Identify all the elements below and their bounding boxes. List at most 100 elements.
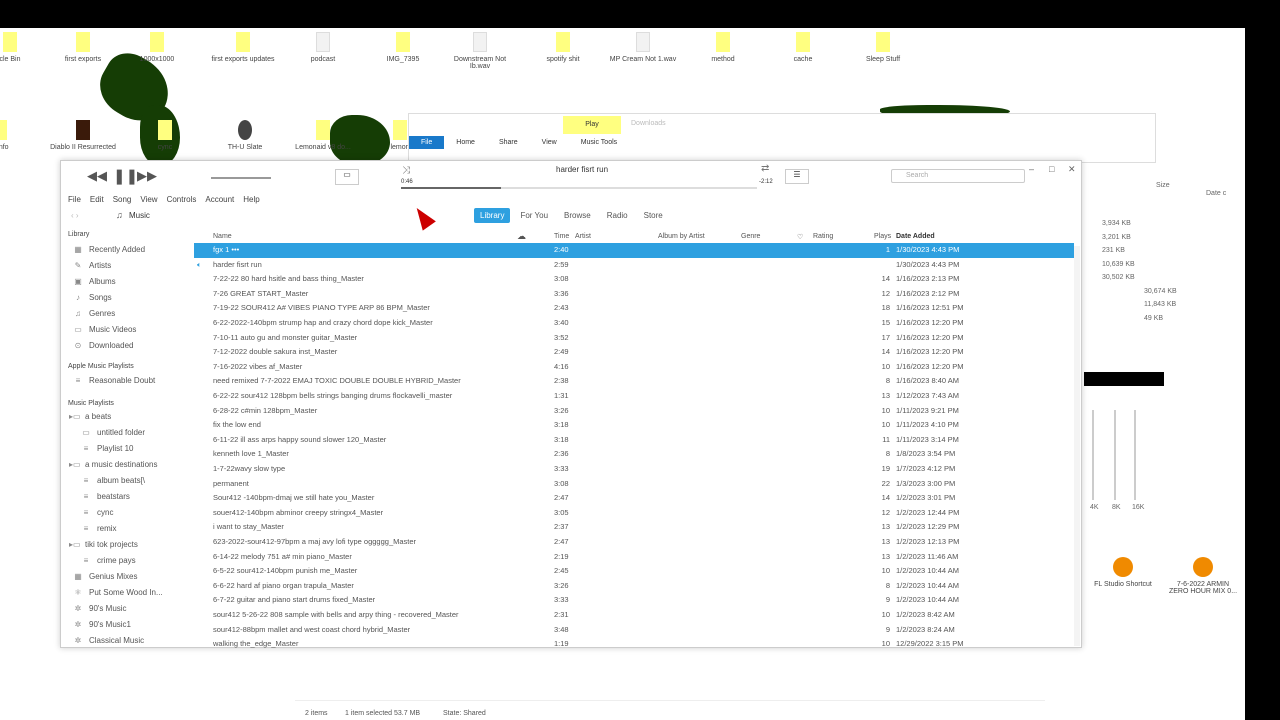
explorer-tab-share[interactable]: Share: [487, 136, 530, 149]
menu-help[interactable]: Help: [243, 195, 259, 204]
desktop-icon[interactable]: Diablo II Resurrected: [48, 120, 118, 151]
sidebar-item[interactable]: ▦ Genius Mixes: [73, 572, 137, 581]
song-row[interactable]: 7-26 GREAT START_Master 3:36 12 1/16/2023 2…: [194, 287, 1074, 302]
desktop-icon[interactable]: first exports updates: [208, 32, 278, 63]
sidebar-item[interactable]: ⊙ Downloaded: [73, 341, 134, 350]
sidebar-item[interactable]: ≡ album beats[\: [81, 476, 145, 485]
col-rating[interactable]: Rating: [813, 233, 833, 240]
desktop-icon[interactable]: FL Studio Shortcut: [1088, 557, 1158, 588]
col-album[interactable]: Album by Artist: [658, 233, 705, 240]
sidebar-item[interactable]: ≡ cync: [81, 508, 114, 517]
song-row[interactable]: kenneth love 1_Master 2:36 8 1/8/2023 3:54 …: [194, 447, 1074, 462]
sidebar-item[interactable]: ▸▭ a music destinations: [69, 460, 157, 469]
song-row[interactable]: fix the low end 3:18 10 1/11/2023 4:10 PM: [194, 418, 1074, 433]
tab-store[interactable]: Store: [638, 208, 669, 223]
pause-button[interactable]: ❚❚: [113, 167, 138, 185]
close-button[interactable]: ✕: [1068, 164, 1076, 175]
desktop-icon[interactable]: 1000x1000: [122, 32, 192, 63]
song-row[interactable]: 6-22-2022-140bpm strump hap and crazy ch…: [194, 316, 1074, 331]
sidebar-item[interactable]: ≡ Reasonable Doubt: [73, 376, 156, 385]
sidebar-item[interactable]: ✲ 90's Music: [73, 604, 127, 613]
shuffle-icon[interactable]: ⤨: [402, 165, 410, 176]
progress-bar[interactable]: [401, 187, 757, 189]
sidebar-item[interactable]: ♪ Songs: [73, 293, 112, 302]
heart-icon[interactable]: ♡: [797, 233, 803, 241]
tab-for-you[interactable]: For You: [514, 208, 554, 223]
song-row[interactable]: sour412 5-26-22 808 sample with bells an…: [194, 608, 1074, 623]
song-row[interactable]: 7-12-2022 double sakura inst_Master 2:49 1…: [194, 345, 1074, 360]
eq-slider-16k[interactable]: [1134, 410, 1136, 500]
desktop-icon[interactable]: Lemonaid v8 do...: [288, 120, 358, 151]
sidebar-item[interactable]: ✲ 90's Music1: [73, 620, 131, 629]
icloud-icon[interactable]: ☁: [517, 231, 526, 242]
song-row[interactable]: walking the_edge_Master 1:19 10 12/29/2022 …: [194, 637, 1074, 652]
song-row[interactable]: 7-19-22 SOUR412 A# VIBES PIANO TYPE ARP …: [194, 301, 1074, 316]
sidebar-item[interactable]: ≡ beatstars: [81, 492, 130, 501]
song-row[interactable]: 6-28-22 c#min 128bpm_Master 3:26 10 1/11/20…: [194, 404, 1074, 419]
sidebar-item[interactable]: ♫ Genres: [73, 309, 115, 318]
repeat-icon[interactable]: ⇄: [761, 163, 769, 174]
tab-browse[interactable]: Browse: [558, 208, 597, 223]
desktop-icon[interactable]: cync: [130, 120, 200, 151]
song-row[interactable]: sour412-88bpm mallet and west coast chor…: [194, 623, 1074, 638]
source-selector[interactable]: Music: [129, 211, 150, 220]
song-row[interactable]: i want to stay_Master 2:37 13 1/2/2023 12:2…: [194, 520, 1074, 535]
col-time[interactable]: Time: [554, 233, 569, 240]
explorer-tab-music-tools[interactable]: Music Tools: [569, 136, 629, 149]
song-row[interactable]: permanent 3:08 22 1/3/2023 3:00 PM: [194, 477, 1074, 492]
col-plays[interactable]: Plays: [874, 233, 891, 240]
sidebar-item[interactable]: ≡ remix: [81, 524, 117, 533]
sidebar-item[interactable]: ▸▭ tiki tok projects: [69, 540, 138, 549]
sidebar-item[interactable]: ✲ Classical Music: [73, 636, 144, 645]
song-row[interactable]: need remixed 7-7-2022 EMAJ TOXIC DOUBLE …: [194, 374, 1074, 389]
song-row[interactable]: Sour412 -140bpm-dmaj we still hate you_M…: [194, 491, 1074, 506]
menu-edit[interactable]: Edit: [90, 195, 104, 204]
tab-radio[interactable]: Radio: [601, 208, 634, 223]
volume-slider[interactable]: [211, 177, 271, 179]
song-row[interactable]: 6-5-22 sour412-140bpm punish me_Master 2:…: [194, 564, 1074, 579]
sidebar-item[interactable]: ⚛ Put Some Wood In...: [73, 588, 162, 597]
eq-slider-8k[interactable]: [1114, 410, 1116, 500]
menu-file[interactable]: File: [68, 195, 81, 204]
back-forward-icon[interactable]: ‹ ›: [71, 211, 79, 220]
minimize-button[interactable]: –: [1029, 164, 1034, 174]
song-row[interactable]: 6-6-22 hard af piano organ trapula_Maste…: [194, 579, 1074, 594]
col-name[interactable]: Name: [213, 233, 232, 240]
song-row[interactable]: 6-7-22 guitar and piano start drums fixe…: [194, 593, 1074, 608]
sidebar-item[interactable]: ▦ Recently Added: [73, 245, 145, 254]
col-artist[interactable]: Artist: [575, 233, 591, 240]
song-row[interactable]: fgx 1 ••• 2:40 1 1/30/2023 4:43 PM: [194, 243, 1074, 258]
song-row[interactable]: 623-2022-sour412-97bpm a maj avy lofi ty…: [194, 535, 1074, 550]
menu-song[interactable]: Song: [113, 195, 132, 204]
size-header[interactable]: Size: [1156, 182, 1170, 189]
desktop-icon[interactable]: o info: [0, 120, 35, 151]
desktop-icon[interactable]: MP Cream Not 1.wav: [608, 32, 678, 63]
up-next-button[interactable]: ☰: [785, 169, 809, 184]
desktop-icon[interactable]: Sleep Stuff: [848, 32, 918, 63]
scrollbar[interactable]: [1074, 246, 1080, 646]
song-row[interactable]: 6-11-22 ill ass arps happy sound slower …: [194, 433, 1074, 448]
desktop-icon[interactable]: first exports: [48, 32, 118, 63]
airplay-button[interactable]: ▭: [335, 169, 359, 185]
desktop-icon[interactable]: cle Bin: [0, 32, 45, 63]
song-row[interactable]: 7-10-11 auto gu and monster guitar_Maste…: [194, 331, 1074, 346]
song-row[interactable]: 1-7-22wavy slow type 3:33 19 1/7/2023 4:12 …: [194, 462, 1074, 477]
eq-slider-4k[interactable]: [1092, 410, 1094, 500]
sidebar-item[interactable]: ▭ Music Videos: [73, 325, 136, 334]
tab-library[interactable]: Library: [474, 208, 511, 223]
song-row[interactable]: 🔈︎ harder fisrt run 2:59 1/30/2023 4:43 PM: [194, 258, 1074, 273]
menu-account[interactable]: Account: [205, 195, 234, 204]
explorer-tab-file[interactable]: File: [409, 136, 445, 149]
sidebar-item[interactable]: ▸▭ a beats: [69, 412, 111, 421]
next-button[interactable]: ▶▶: [137, 168, 157, 184]
play-tab[interactable]: Play: [563, 116, 621, 134]
date-header[interactable]: Date c: [1206, 190, 1226, 197]
song-row[interactable]: 7-22-22 80 hard hsitle and bass thing_Ma…: [194, 272, 1074, 287]
desktop-icon[interactable]: spotify shit: [528, 32, 598, 63]
menu-view[interactable]: View: [140, 195, 157, 204]
desktop-icon[interactable]: IMG_7395: [368, 32, 438, 63]
song-row[interactable]: 7-16-2022 vibes af_Master 4:16 10 1/16/2023…: [194, 360, 1074, 375]
song-row[interactable]: 6-22-22 sour412 128bpm bells strings ban…: [194, 389, 1074, 404]
song-row[interactable]: 6-14-22 melody 751 a# min piano_Master 2:…: [194, 550, 1074, 565]
menu-controls[interactable]: Controls: [167, 195, 197, 204]
